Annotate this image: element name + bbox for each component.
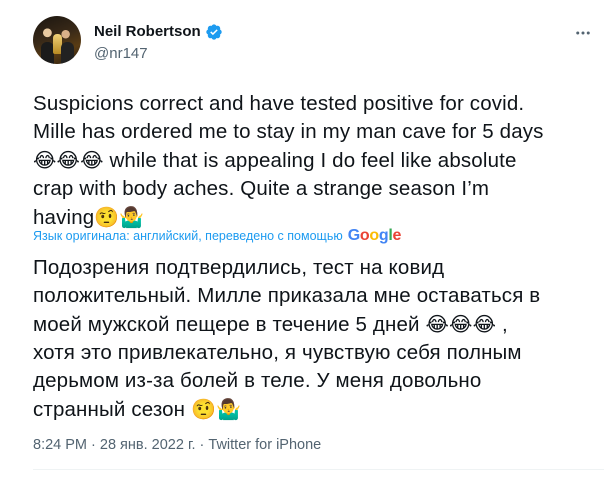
translated-line-6: странный сезон 🤨🤷‍♂️ <box>33 395 588 424</box>
tweet-original-text: Suspicions correct and have tested posit… <box>33 90 588 232</box>
verified-badge-icon <box>206 24 222 40</box>
crying-laughing-emoji-icon: 😂 <box>33 148 57 172</box>
meta-separator: · <box>87 437 100 453</box>
crying-laughing-emoji-icon: 😂 <box>472 312 497 336</box>
tweet-time[interactable]: 8:24 PM <box>33 437 87 453</box>
translated-line-3: моей мужской пещере в течение 5 дней 😂😂😂… <box>33 310 588 339</box>
translated-line-3-text: моей мужской пещере в течение 5 дней <box>33 313 420 336</box>
translated-line-6-text: странный сезон <box>33 398 186 421</box>
translation-note-text: Язык оригинала: английский, переведено с… <box>33 229 343 243</box>
crying-laughing-emoji-icon: 😂 <box>425 312 450 336</box>
translation-note[interactable]: Язык оригинала: английский, переведено с… <box>33 228 401 244</box>
author-handle[interactable]: @nr147 <box>94 45 148 63</box>
man-shrugging-emoji-icon: 🤷‍♂️ <box>119 205 145 229</box>
more-options-icon[interactable] <box>574 24 592 42</box>
divider <box>33 469 604 470</box>
google-logo: Google <box>347 227 402 244</box>
avatar[interactable] <box>33 16 81 64</box>
original-line-2: Mille has ordered me to stay in my man c… <box>33 120 544 143</box>
tweet-date[interactable]: 28 янв. 2022 г. <box>100 437 196 453</box>
original-line-4: crap with body aches. Quite a strange se… <box>33 177 490 200</box>
tweet-source[interactable]: Twitter for iPhone <box>208 437 321 453</box>
original-line-3-text: while that is appealing I do feel like a… <box>109 149 517 172</box>
original-line-5-text: having <box>33 206 95 229</box>
original-line-3: 😂😂😂 while that is appealing I do feel li… <box>33 146 588 175</box>
meta-separator: · <box>195 437 209 453</box>
original-line-1: Suspicions correct and have tested posit… <box>33 92 525 115</box>
translated-line-2: положительный. Милле приказала мне остав… <box>33 284 541 307</box>
translated-line-4: хотя это привлекательно, я чувствую себя… <box>33 341 522 364</box>
author-name-row[interactable]: Neil Robertson <box>94 23 223 41</box>
raised-eyebrow-emoji-icon: 🤨 <box>94 205 120 229</box>
translated-line-5: дерьмом из-за болей в теле. У меня довол… <box>33 369 482 392</box>
translated-line-1: Подозрения подтвердились, тест на ковид <box>33 256 445 279</box>
tweet-translated-text: Подозрения подтвердились, тест на ковид … <box>33 254 588 424</box>
tweet: Neil Robertson @nr147 Suspicions correct… <box>0 0 604 483</box>
tweet-meta: 8:24 PM · 28 янв. 2022 г. · Twitter for … <box>33 436 321 454</box>
man-shrugging-emoji-icon: 🤷‍♂️ <box>216 397 242 421</box>
crying-laughing-emoji-icon: 😂 <box>449 312 473 336</box>
crying-laughing-emoji-icon: 😂 <box>56 148 81 172</box>
raised-eyebrow-emoji-icon: 🤨 <box>191 397 217 421</box>
translated-line-3-comma: , <box>501 313 508 336</box>
crying-laughing-emoji-icon: 😂 <box>80 148 104 172</box>
author-name[interactable]: Neil Robertson <box>94 23 201 41</box>
avatar-figure-right <box>61 42 74 64</box>
